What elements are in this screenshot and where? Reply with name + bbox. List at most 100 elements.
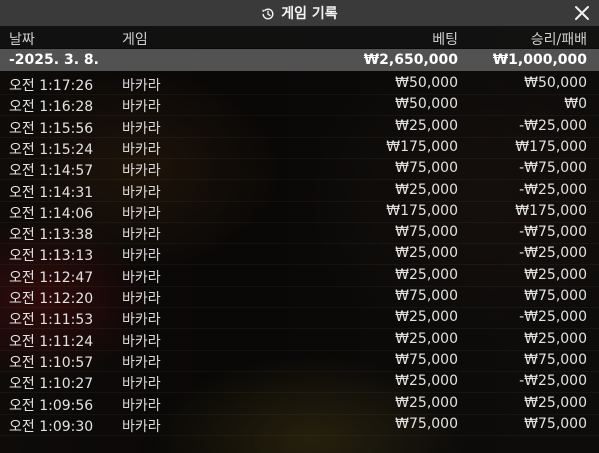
- row-game: 바카라: [122, 397, 161, 414]
- close-icon[interactable]: [574, 5, 590, 21]
- row-bet: ₩50,000: [395, 96, 458, 113]
- row-result: ₩75,000: [524, 288, 587, 304]
- row-result: -₩25,000: [519, 181, 587, 198]
- column-header-date: 날짜: [9, 32, 35, 48]
- row-game: 바카라: [122, 418, 161, 435]
- row-bet: ₩25,000: [395, 245, 458, 262]
- day-total-result: ₩1,000,000: [492, 52, 587, 68]
- column-header-result: 승리/패배: [530, 32, 587, 48]
- panel-title: 게임 기록: [281, 6, 338, 22]
- column-header-bet: 베팅: [432, 32, 458, 48]
- table-row[interactable]: 오전 1:12:20 바카라 ₩75,000 ₩75,000: [0, 285, 599, 308]
- row-time: 오전 1:12:47: [9, 269, 94, 286]
- row-result: ₩25,000: [524, 394, 587, 411]
- row-result: -₩75,000: [519, 224, 587, 241]
- row-time: 오전 1:11:24: [9, 333, 94, 350]
- row-time: 오전 1:15:24: [9, 141, 94, 158]
- row-game: 바카라: [122, 78, 161, 94]
- row-bet: ₩75,000: [395, 224, 458, 241]
- row-bet: ₩25,000: [395, 394, 458, 411]
- day-summary-row[interactable]: -2025. 3. 8. ₩2,650,000 ₩1,000,000: [0, 49, 599, 71]
- row-result: ₩25,000: [524, 266, 587, 283]
- row-time: 오전 1:12:20: [9, 291, 94, 307]
- row-time: 오전 1:09:56: [9, 397, 94, 414]
- row-game: 바카라: [122, 269, 161, 286]
- row-bet: ₩50,000: [395, 75, 458, 91]
- row-time: 오전 1:13:38: [9, 227, 94, 244]
- table-row[interactable]: 오전 1:11:53 바카라 ₩25,000 -₩25,000: [0, 306, 599, 330]
- row-game: 바카라: [122, 354, 161, 371]
- row-result: ₩175,000: [515, 138, 587, 155]
- row-time: 오전 1:13:13: [9, 248, 94, 265]
- table-row[interactable]: 오전 1:17:26 바카라 ₩50,000 ₩50,000: [0, 72, 599, 95]
- row-bet: ₩25,000: [395, 117, 458, 134]
- row-result: ₩75,000: [524, 351, 587, 368]
- close-button[interactable]: [571, 2, 593, 24]
- row-result: -₩25,000: [519, 373, 587, 390]
- row-time: 오전 1:09:30: [9, 418, 94, 435]
- row-time: 오전 1:11:53: [9, 312, 94, 329]
- row-time: 오전 1:16:28: [9, 99, 94, 116]
- table-row[interactable]: 오전 1:13:38 바카라 ₩75,000 -₩75,000: [0, 221, 599, 245]
- table-row[interactable]: 오전 1:15:56 바카라 ₩25,000 -₩25,000: [0, 115, 599, 138]
- table-row[interactable]: 오전 1:12:47 바카라 ₩25,000 ₩25,000: [0, 264, 599, 287]
- row-result: -₩25,000: [519, 309, 587, 326]
- row-bet: ₩25,000: [395, 181, 458, 198]
- table-row[interactable]: 오전 1:16:28 바카라 ₩50,000 ₩0: [0, 93, 599, 117]
- row-time: 오전 1:14:06: [9, 205, 94, 222]
- row-time: 오전 1:14:57: [9, 163, 94, 180]
- table-row[interactable]: 오전 1:11:24 바카라 ₩25,000 ₩25,000: [0, 328, 599, 351]
- row-game: 바카라: [122, 248, 161, 265]
- title-bar: 게임 기록: [0, 0, 599, 26]
- table-row[interactable]: 오전 1:10:57 바카라 ₩75,000 ₩75,000: [0, 349, 599, 372]
- row-game: 바카라: [122, 205, 161, 222]
- row-result: ₩175,000: [515, 202, 587, 219]
- title-group: 게임 기록: [261, 3, 338, 23]
- table-row[interactable]: 오전 1:10:27 바카라 ₩25,000 -₩25,000: [0, 370, 599, 394]
- row-time: 오전 1:17:26: [9, 78, 94, 94]
- row-time: 오전 1:10:57: [9, 354, 94, 371]
- row-time: 오전 1:15:56: [9, 120, 94, 137]
- row-bet: ₩75,000: [395, 351, 458, 368]
- row-game: 바카라: [122, 227, 161, 244]
- row-bet: ₩75,000: [395, 288, 458, 304]
- game-history-panel: 게임 기록 날짜 게임 베팅 승리/패배 -2025. 3. 8. ₩2,650…: [0, 0, 599, 453]
- table-row[interactable]: 오전 1:14:31 바카라 ₩25,000 -₩25,000: [0, 179, 599, 202]
- row-bet: ₩75,000: [395, 415, 458, 432]
- row-bet: ₩25,000: [395, 330, 458, 347]
- row-result: ₩25,000: [524, 330, 587, 347]
- row-time: 오전 1:14:31: [9, 184, 94, 201]
- history-icon: [261, 6, 275, 20]
- table-row[interactable]: 오전 1:15:24 바카라 ₩175,000 ₩175,000: [0, 136, 599, 159]
- row-bet: ₩175,000: [386, 202, 458, 219]
- row-game: 바카라: [122, 312, 161, 329]
- table-row[interactable]: 오전 1:13:13 바카라 ₩25,000 -₩25,000: [0, 242, 599, 266]
- row-result: ₩50,000: [524, 75, 587, 91]
- row-game: 바카라: [122, 163, 161, 180]
- column-header-game: 게임: [122, 32, 148, 48]
- row-bet: ₩25,000: [395, 309, 458, 326]
- day-total-bet: ₩2,650,000: [363, 52, 458, 68]
- row-time: 오전 1:10:27: [9, 376, 94, 393]
- row-game: 바카라: [122, 376, 161, 393]
- row-game: 바카라: [122, 120, 161, 137]
- row-result: ₩75,000: [524, 415, 587, 432]
- row-bet: ₩175,000: [386, 138, 458, 155]
- row-bet: ₩75,000: [395, 160, 458, 177]
- row-bet: ₩25,000: [395, 373, 458, 390]
- table-row[interactable]: 오전 1:09:30 바카라 ₩75,000 ₩75,000: [0, 413, 599, 436]
- row-result: -₩25,000: [519, 245, 587, 262]
- row-bet: ₩25,000: [395, 266, 458, 283]
- row-game: 바카라: [122, 141, 161, 158]
- row-game: 바카라: [122, 333, 161, 350]
- row-game: 바카라: [122, 99, 161, 116]
- table-row[interactable]: 오전 1:14:06 바카라 ₩175,000 ₩175,000: [0, 200, 599, 223]
- table-row[interactable]: 오전 1:09:56 바카라 ₩25,000 ₩25,000: [0, 392, 599, 415]
- row-game: 바카라: [122, 291, 161, 307]
- row-result: -₩25,000: [519, 117, 587, 134]
- row-result: ₩0: [564, 96, 587, 113]
- table-header: 날짜 게임 베팅 승리/패배: [0, 26, 599, 48]
- table-row[interactable]: 오전 1:14:57 바카라 ₩75,000 -₩75,000: [0, 157, 599, 181]
- row-result: -₩75,000: [519, 160, 587, 177]
- day-date: -2025. 3. 8.: [9, 52, 99, 68]
